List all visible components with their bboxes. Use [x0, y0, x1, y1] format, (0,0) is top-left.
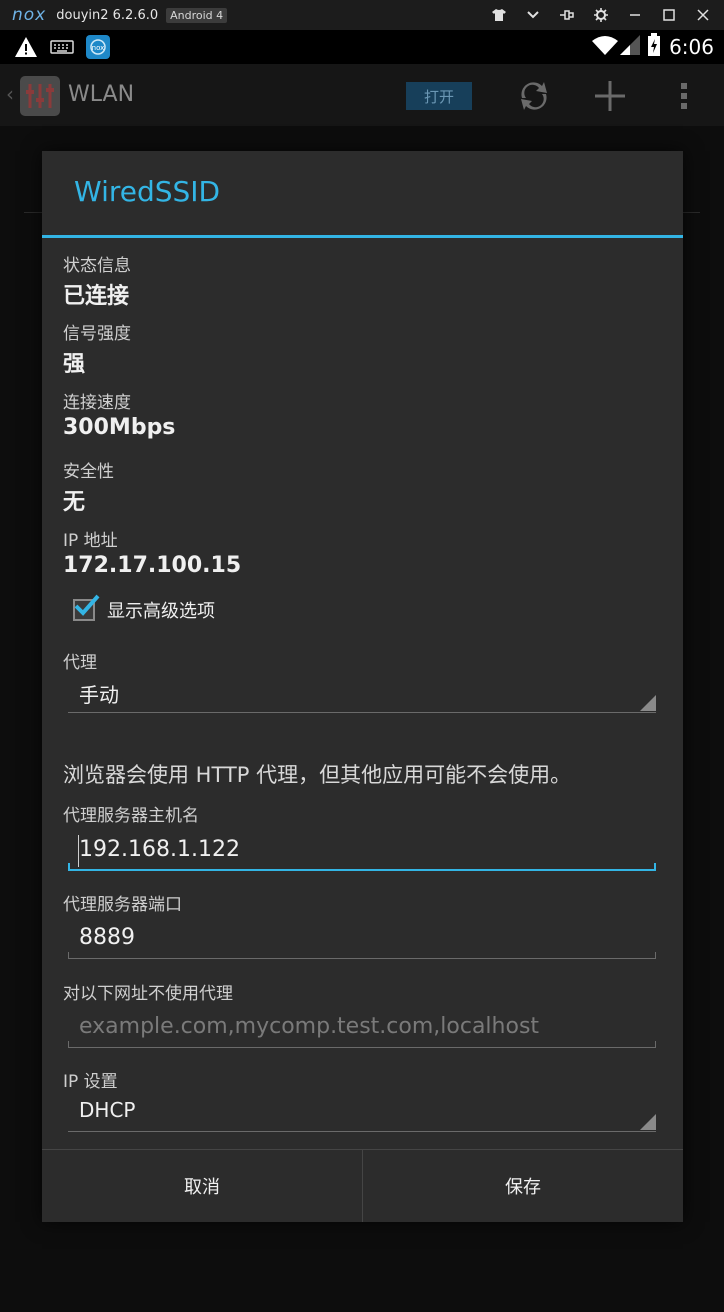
wlan-toggle[interactable]: 打开: [406, 82, 472, 110]
wifi-details-dialog: WiredSSID 状态信息 已连接 信号强度 强 连接速度 300Mbps 安…: [42, 151, 683, 1222]
emulator-title-bar: nox douyin2 6.2.6.0 Android 4: [0, 0, 724, 30]
proxy-host-input[interactable]: 192.168.1.122: [68, 833, 656, 871]
proxy-label: 代理: [63, 653, 97, 673]
app-bar-title: WLAN: [68, 82, 135, 107]
ip-value: 172.17.100.15: [63, 553, 242, 578]
overflow-menu-icon[interactable]: [676, 80, 692, 112]
link-speed: 连接速度 300Mbps: [63, 388, 175, 440]
pin-icon[interactable]: [554, 2, 580, 28]
shirt-icon[interactable]: [486, 2, 512, 28]
back-icon[interactable]: ‹: [6, 82, 14, 106]
status-value: 已连接: [63, 284, 130, 309]
nox-app-icon: nox: [86, 35, 110, 63]
android-version-badge: Android 4: [166, 7, 228, 23]
ip-label: IP 地址: [63, 531, 118, 551]
ip-settings-spinner[interactable]: DHCP: [68, 1096, 656, 1132]
checkbox[interactable]: [73, 594, 100, 621]
clock: 6:06: [669, 35, 714, 59]
dropdown-arrow-icon: [640, 1114, 656, 1130]
security: 安全性 无: [63, 457, 114, 516]
signal-icon: [619, 34, 641, 60]
proxy-port-label: 代理服务器端口: [63, 895, 182, 915]
emulator-title: douyin2 6.2.6.0: [56, 7, 159, 23]
save-button[interactable]: 保存: [362, 1150, 683, 1222]
signal-value: 强: [63, 352, 86, 377]
ip-settings-selected: DHCP: [79, 1098, 136, 1122]
proxy-spinner[interactable]: 手动: [68, 677, 656, 713]
signal-label: 信号强度: [63, 324, 131, 344]
security-value: 无: [63, 490, 86, 515]
dialog-title: WiredSSID: [74, 175, 221, 208]
dropdown-arrow-icon: [640, 695, 656, 711]
ip-settings-label: IP 设置: [63, 1072, 118, 1092]
close-icon[interactable]: [690, 2, 716, 28]
show-advanced-checkbox[interactable]: 显示高级选项: [73, 594, 215, 623]
settings-app-icon[interactable]: [20, 76, 60, 116]
window-controls: [478, 0, 716, 30]
minimize-icon[interactable]: [622, 2, 648, 28]
maximize-icon[interactable]: [656, 2, 682, 28]
proxy-port-input[interactable]: 8889: [68, 921, 656, 959]
proxy-host-label: 代理服务器主机名: [63, 806, 199, 826]
proxy-host-value: 192.168.1.122: [79, 837, 240, 862]
dialog-title-divider: [42, 235, 683, 238]
proxy-selected: 手动: [79, 683, 119, 707]
nox-logo: nox: [12, 5, 47, 25]
chevron-down-icon[interactable]: [520, 2, 546, 28]
status-label: 状态信息: [63, 256, 131, 276]
refresh-icon[interactable]: [516, 78, 552, 118]
keyboard-icon: [50, 39, 74, 59]
svg-text:nox: nox: [92, 44, 105, 52]
battery-icon: [647, 33, 661, 61]
proxy-note: 浏览器会使用 HTTP 代理，但其他应用可能不会使用。: [63, 763, 572, 787]
cancel-button[interactable]: 取消: [42, 1150, 362, 1222]
dialog-button-bar: 取消 保存: [42, 1149, 683, 1222]
security-label: 安全性: [63, 462, 114, 482]
bypass-label: 对以下网址不使用代理: [63, 984, 233, 1004]
ip-address: IP 地址 172.17.100.15: [63, 526, 241, 578]
bypass-field[interactable]: [79, 1014, 649, 1039]
signal-strength: 信号强度 强: [63, 319, 131, 378]
speed-label: 连接速度: [63, 393, 131, 413]
warning-icon: [14, 36, 38, 62]
wlan-action-bar: ‹ WLAN 打开: [0, 64, 724, 126]
show-advanced-label: 显示高级选项: [107, 601, 215, 622]
status-info: 状态信息 已连接: [63, 251, 131, 310]
status-bar: nox 6:06: [0, 30, 724, 64]
add-icon[interactable]: [592, 78, 628, 114]
wifi-icon: [591, 34, 619, 60]
gear-icon[interactable]: [588, 2, 614, 28]
speed-value: 300Mbps: [63, 415, 176, 440]
bypass-input[interactable]: [68, 1010, 656, 1048]
checkmark-icon: [74, 594, 100, 616]
proxy-port-value: 8889: [79, 925, 135, 950]
